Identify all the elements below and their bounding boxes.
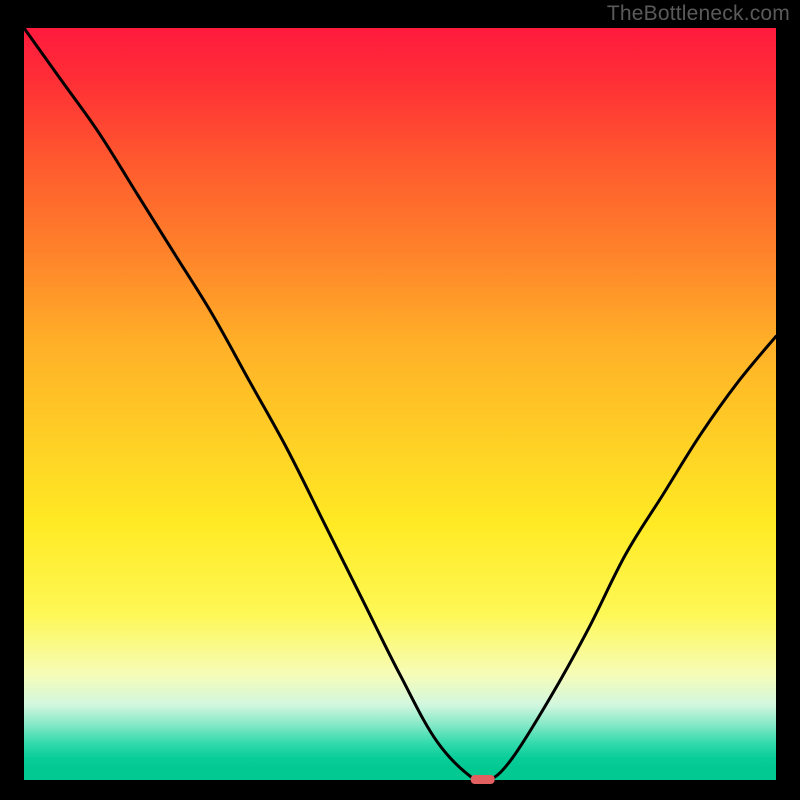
min-bottleneck-marker (471, 775, 495, 784)
chart-svg-layer (24, 28, 776, 780)
chart-container: TheBottleneck.com (0, 0, 800, 800)
bottleneck-curve (24, 28, 776, 784)
attribution-text: TheBottleneck.com (607, 2, 790, 26)
